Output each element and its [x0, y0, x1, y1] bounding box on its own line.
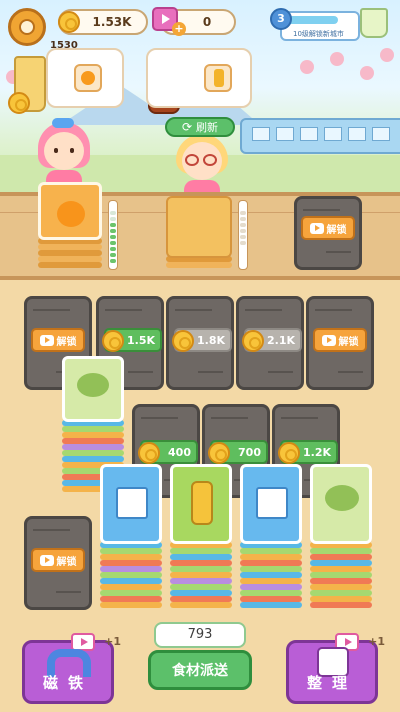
customer-pink-girl	[34, 116, 94, 190]
buy-slot-button[interactable]: 1.8K	[172, 328, 232, 352]
unlock-label: 解锁	[338, 336, 359, 348]
slot-price: 1.5K	[126, 333, 155, 347]
orange-icon	[57, 201, 85, 227]
slot-price: 400	[168, 445, 191, 459]
magnet-bonus: +1	[104, 635, 121, 648]
coin-counter: 1.53K	[58, 9, 148, 35]
slot-price: 1.2K	[302, 445, 331, 459]
slot-price: 1.8K	[196, 333, 225, 347]
buy-slot-button[interactable]: 400	[138, 440, 198, 464]
sort-label: 整理	[306, 674, 357, 692]
unlock-label: 解锁	[326, 224, 347, 236]
juice-card[interactable]	[170, 464, 232, 544]
coin-icon	[138, 442, 160, 464]
milk-card[interactable]	[100, 464, 162, 544]
level-badge: 3	[270, 8, 292, 30]
orange-card[interactable]	[38, 182, 102, 240]
unlock-button[interactable]: 解锁	[301, 216, 355, 240]
buy-slot-button[interactable]: 2.1K	[242, 328, 302, 352]
juice-stack[interactable]	[170, 464, 232, 612]
coin-icon	[58, 11, 80, 33]
unlock-label: 解锁	[56, 556, 77, 568]
milk-stack[interactable]	[100, 464, 162, 612]
add-ticket-icon[interactable]: +	[172, 22, 186, 36]
video-ad-icon	[39, 334, 54, 346]
order-requirement	[204, 64, 232, 92]
train	[240, 118, 400, 154]
dispatch-count: 793	[154, 622, 246, 648]
unlock-label: 解锁	[56, 336, 77, 348]
buy-slot-button[interactable]: 700	[208, 440, 268, 464]
buy-slot-button[interactable]: 1.5K	[102, 328, 162, 352]
settings-gear-icon[interactable]	[8, 8, 46, 46]
empty-wood-card	[166, 196, 232, 258]
unlock-button[interactable]: 解锁	[31, 548, 85, 572]
refresh-button[interactable]: ⟳ 刷新	[165, 117, 235, 137]
coin-icon	[278, 442, 300, 464]
order-requirement	[74, 64, 102, 92]
order-card[interactable]	[146, 48, 252, 108]
sort-bonus: +1	[368, 635, 385, 648]
coin-icon	[172, 330, 194, 352]
sakura	[360, 66, 374, 80]
sakura	[380, 48, 394, 62]
order-card[interactable]	[46, 48, 124, 108]
sort-button[interactable]: +1 整理	[286, 633, 385, 704]
slot-price: 700	[238, 445, 261, 459]
matcha-card[interactable]	[62, 356, 124, 422]
coin-icon	[242, 330, 264, 352]
stack-meter	[108, 200, 118, 270]
video-ad-icon	[39, 554, 54, 566]
coin-icon	[208, 442, 230, 464]
refresh-icon: ⟳	[181, 120, 193, 134]
matcha-stack[interactable]	[310, 464, 372, 612]
juice-bottle-icon	[214, 69, 224, 87]
slot-price: 2.1K	[266, 333, 295, 347]
magnet-button[interactable]: +1 磁铁	[22, 633, 121, 704]
coin-amount: 1.53K	[92, 15, 132, 29]
milk-carton-icon	[116, 487, 148, 519]
matcha-card[interactable]	[310, 464, 372, 544]
video-ad-icon	[309, 222, 324, 234]
milk-stack[interactable]	[240, 464, 302, 612]
counter-stack-orange[interactable]	[38, 182, 102, 272]
milk-card[interactable]	[240, 464, 302, 544]
dispatch-label: 食材派送	[172, 663, 228, 679]
sakura	[330, 52, 344, 66]
coin-icon	[8, 92, 30, 114]
customer-glasses-girl	[172, 126, 232, 200]
level-unlock-text: 10级解锁新城市	[293, 30, 344, 38]
magnet-label: 磁铁	[42, 674, 93, 692]
orange-icon	[81, 71, 95, 85]
unlock-button[interactable]: 解锁	[31, 328, 85, 352]
ticket-amount: 0	[202, 15, 212, 29]
buy-slot-button[interactable]: 1.2K	[278, 440, 338, 464]
milk-carton-icon	[256, 487, 288, 519]
counter-stack-empty[interactable]	[166, 196, 232, 272]
matcha-icon	[77, 373, 109, 397]
matcha-icon	[325, 485, 359, 511]
coin-icon	[102, 330, 124, 352]
unlock-button[interactable]: 解锁	[313, 328, 367, 352]
sakura	[300, 60, 314, 74]
dispatch-button[interactable]: 食材派送	[148, 650, 252, 690]
level-progress-fill	[284, 16, 338, 24]
refresh-label: 刷新	[196, 121, 219, 134]
mug-icon[interactable]	[360, 8, 388, 38]
video-ad-icon	[321, 334, 336, 346]
stack-meter	[238, 200, 248, 270]
juice-bottle-icon	[191, 481, 213, 525]
